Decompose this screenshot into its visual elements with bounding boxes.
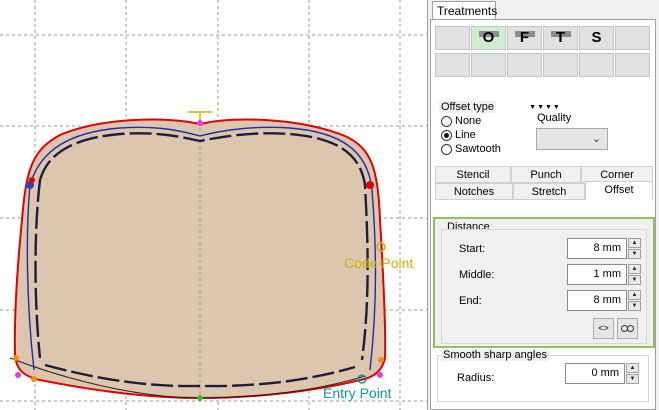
treatment-slot[interactable] xyxy=(615,53,650,77)
treatment-button-empty-2[interactable] xyxy=(615,26,650,50)
distance-group: Distance Start: 8 mm ▲ ▼ Middle: 1 mm ▲ … xyxy=(433,217,655,348)
bottom-point[interactable] xyxy=(197,395,203,401)
arrow-up-icon[interactable]: ▲ xyxy=(628,238,641,248)
treatment-slot[interactable] xyxy=(543,53,578,77)
treatment-slot[interactable] xyxy=(579,53,614,77)
radio-sawtooth[interactable]: Sawtooth xyxy=(441,143,501,155)
right-corner-point[interactable] xyxy=(366,181,374,189)
tab-stencil[interactable]: Stencil xyxy=(435,166,511,183)
radio-line[interactable]: Line xyxy=(441,129,476,141)
quality-select[interactable]: ⌄ xyxy=(536,128,608,150)
middle-value[interactable]: 1 mm xyxy=(567,264,627,285)
treatment-slot[interactable] xyxy=(507,53,542,77)
drawing-canvas[interactable]: Code Point Entry Point xyxy=(0,0,427,410)
left-bottom-point[interactable] xyxy=(15,372,21,378)
offset-type-title: Offset type xyxy=(439,101,496,113)
middle-label: Middle: xyxy=(459,269,495,281)
middle-spinner[interactable]: 1 mm ▲ ▼ xyxy=(567,264,641,285)
tab-notches[interactable]: Notches xyxy=(435,183,513,200)
entry-point-label: Entry Point xyxy=(323,385,392,401)
treatment-slot[interactable] xyxy=(471,53,506,77)
start-spinner[interactable]: 8 mm ▲ ▼ xyxy=(567,238,641,259)
arrow-down-icon[interactable]: ▼ xyxy=(628,301,641,311)
end-spinner[interactable]: 8 mm ▲ ▼ xyxy=(567,290,641,311)
tab-treatments[interactable]: Treatments xyxy=(432,1,497,20)
arrow-up-icon[interactable]: ▲ xyxy=(626,363,639,373)
treatment-button-o[interactable]: O xyxy=(471,26,506,50)
arrow-up-icon[interactable]: ▲ xyxy=(628,290,641,300)
treatment-button-empty-1[interactable] xyxy=(435,26,470,50)
treatment-button-t[interactable]: T xyxy=(543,26,578,50)
radius-label: Radius: xyxy=(457,372,495,384)
radius-value[interactable]: 0 mm xyxy=(565,363,625,384)
arrow-down-icon[interactable]: ▼ xyxy=(628,249,641,259)
quality-label: Quality xyxy=(537,112,572,124)
radius-spinner[interactable]: 0 mm ▲ ▼ xyxy=(565,363,639,384)
arrow-up-icon[interactable]: ▲ xyxy=(628,264,641,274)
arrow-down-icon[interactable]: ▼ xyxy=(626,374,639,384)
link-icon[interactable] xyxy=(617,318,638,339)
radio-none[interactable]: None xyxy=(441,115,481,127)
treatment-button-f[interactable]: F xyxy=(507,26,542,50)
treatments-panel: Treatments O F T S ▼ ▼ ▼ ▼ Offset type None… xyxy=(427,0,659,410)
pattern-drawing[interactable] xyxy=(0,0,427,410)
tab-stretch[interactable]: Stretch xyxy=(513,183,585,200)
top-point[interactable] xyxy=(197,120,203,126)
tab-offset[interactable]: Offset xyxy=(585,181,653,200)
swap-direction-icon[interactable]: <> xyxy=(593,318,614,339)
smooth-title: Smooth sharp angles xyxy=(441,349,549,361)
start-label: Start: xyxy=(459,243,486,255)
treatments-frame: O F T S ▼ ▼ ▼ ▼ Offset type None Line Sawto… xyxy=(430,19,656,410)
end-label: End: xyxy=(459,295,482,307)
arrow-down-icon[interactable]: ▼ xyxy=(628,275,641,285)
tab-punch[interactable]: Punch xyxy=(511,166,581,183)
end-value[interactable]: 8 mm xyxy=(567,290,627,311)
start-value[interactable]: 8 mm xyxy=(567,238,627,259)
treatment-slot[interactable] xyxy=(435,53,470,77)
treatment-button-s[interactable]: S xyxy=(579,26,614,50)
code-point-label: Code Point xyxy=(344,255,414,271)
chevron-down-icon: ⌄ xyxy=(591,133,601,145)
